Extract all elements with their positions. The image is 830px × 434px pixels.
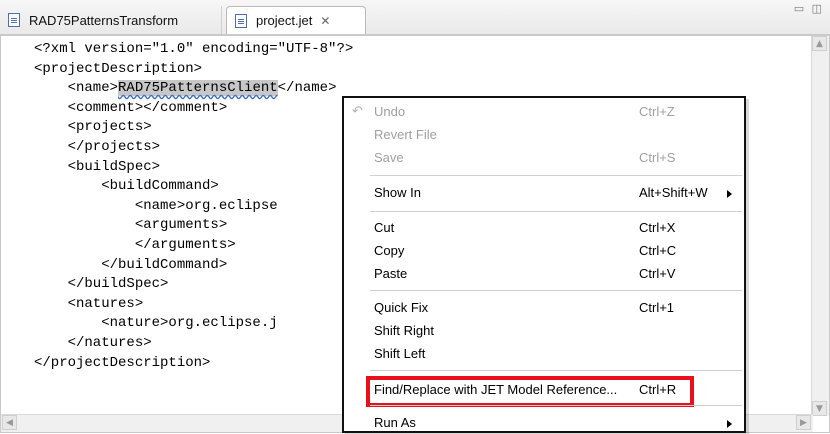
tab-label: RAD75PatternsTransform (29, 12, 179, 28)
menu-item-label: Shift Right (374, 323, 434, 338)
menu-separator (370, 290, 742, 291)
code-line[interactable]: <?xml version="1.0" encoding="UTF-8"?> (34, 40, 353, 60)
close-icon[interactable]: ✕ (320, 14, 330, 28)
menu-item-cut[interactable]: Cut Ctrl+X (344, 217, 744, 239)
code-area[interactable]: <?xml version="1.0" encoding="UTF-8"?> <… (34, 40, 353, 373)
menu-item-shortcut: Ctrl+X (639, 220, 676, 235)
code-line[interactable]: <projects> (34, 118, 353, 138)
code-line[interactable]: <nature>org.eclipse.j (34, 314, 353, 334)
code-line[interactable]: </natures> (34, 334, 353, 354)
editor-tab-bar: RAD75PatternsTransform project.jet ✕ ▭ ◫ (0, 0, 830, 35)
menu-item-run-as[interactable]: Run As (344, 412, 744, 434)
tab-label: project.jet (256, 13, 313, 28)
code-line[interactable]: </projectDescription> (34, 354, 353, 374)
menu-item-shift-right[interactable]: Shift Right (344, 320, 744, 342)
scroll-right-icon[interactable]: ▶ (796, 415, 811, 430)
menu-separator (370, 370, 742, 371)
file-icon (8, 13, 20, 27)
file-icon (235, 13, 247, 28)
highlight-annotation (366, 376, 694, 407)
scroll-up-icon[interactable]: ▲ (812, 36, 827, 51)
code-line[interactable]: </buildCommand> (34, 256, 353, 276)
scroll-left-icon[interactable]: ◀ (2, 415, 17, 430)
code-line[interactable]: </buildSpec> (34, 275, 353, 295)
code-line[interactable]: <name>org.eclipse (34, 197, 353, 217)
submenu-arrow-icon (727, 190, 732, 198)
code-line[interactable]: <buildSpec> (34, 158, 353, 178)
menu-item-show-in[interactable]: Show In Alt+Shift+W (344, 182, 744, 204)
code-text: <name> (34, 80, 119, 97)
menu-item-revert-file[interactable]: Revert File (344, 124, 744, 146)
menu-item-label: Revert File (374, 127, 437, 142)
menu-item-shortcut: Alt+Shift+W (639, 185, 708, 200)
code-line[interactable]: <projectDescription> (34, 60, 353, 80)
menu-item-label: Paste (374, 266, 408, 281)
view-controls[interactable]: ▭ ◫ (794, 2, 824, 15)
menu-item-paste[interactable]: Paste Ctrl+V (344, 263, 744, 285)
menu-item-shortcut: Ctrl+C (639, 243, 677, 258)
code-line[interactable]: <natures> (34, 295, 353, 315)
tab-project-jet[interactable]: project.jet ✕ (226, 6, 366, 34)
menu-item-label: Shift Left (374, 346, 426, 361)
menu-separator (370, 211, 742, 212)
menu-item-label: Undo (374, 104, 406, 119)
menu-item-shortcut: Ctrl+V (639, 266, 676, 281)
code-line[interactable]: </projects> (34, 138, 353, 158)
menu-item-label: Cut (374, 220, 395, 235)
code-line[interactable]: <arguments> (34, 216, 353, 236)
tab-rad75patternstransform[interactable]: RAD75PatternsTransform (0, 6, 222, 34)
menu-item-label: Copy (374, 243, 405, 258)
undo-icon: ↶ (352, 103, 363, 118)
context-menu: ↶ Undo Ctrl+Z Revert File Save Ctrl+S Sh… (342, 96, 746, 433)
menu-item-undo[interactable]: ↶ Undo Ctrl+Z (344, 101, 744, 123)
menu-item-shortcut: Ctrl+Z (639, 104, 675, 119)
vertical-scrollbar[interactable]: ▲ ▼ (811, 36, 829, 416)
menu-separator (370, 175, 742, 176)
menu-item-save[interactable]: Save Ctrl+S (344, 147, 744, 169)
menu-separator (370, 405, 742, 406)
menu-item-shift-left[interactable]: Shift Left (344, 343, 744, 365)
code-line[interactable]: </arguments> (34, 236, 353, 256)
menu-item-shortcut: Ctrl+S (639, 150, 676, 165)
menu-item-quick-fix[interactable]: Quick Fix Ctrl+1 (344, 297, 744, 319)
menu-item-label: Save (374, 150, 404, 165)
code-line-selected[interactable]: <name>RAD75PatternsClient</name> (34, 79, 353, 99)
selected-text[interactable]: RAD75PatternsClient (118, 80, 278, 97)
menu-item-label: Quick Fix (374, 300, 429, 315)
eclipse-editor-window: RAD75PatternsTransform project.jet ✕ ▭ ◫… (0, 0, 830, 433)
code-line[interactable]: <comment></comment> (34, 99, 353, 119)
menu-item-label: Show In (374, 185, 421, 200)
menu-item-shortcut: Ctrl+1 (639, 300, 675, 315)
code-line[interactable]: <buildCommand> (34, 177, 353, 197)
submenu-arrow-icon (727, 420, 732, 428)
menu-item-label: Run As (374, 415, 416, 430)
scroll-down-icon[interactable]: ▼ (812, 401, 827, 416)
code-text: </name> (277, 80, 337, 97)
menu-item-copy[interactable]: Copy Ctrl+C (344, 240, 744, 262)
